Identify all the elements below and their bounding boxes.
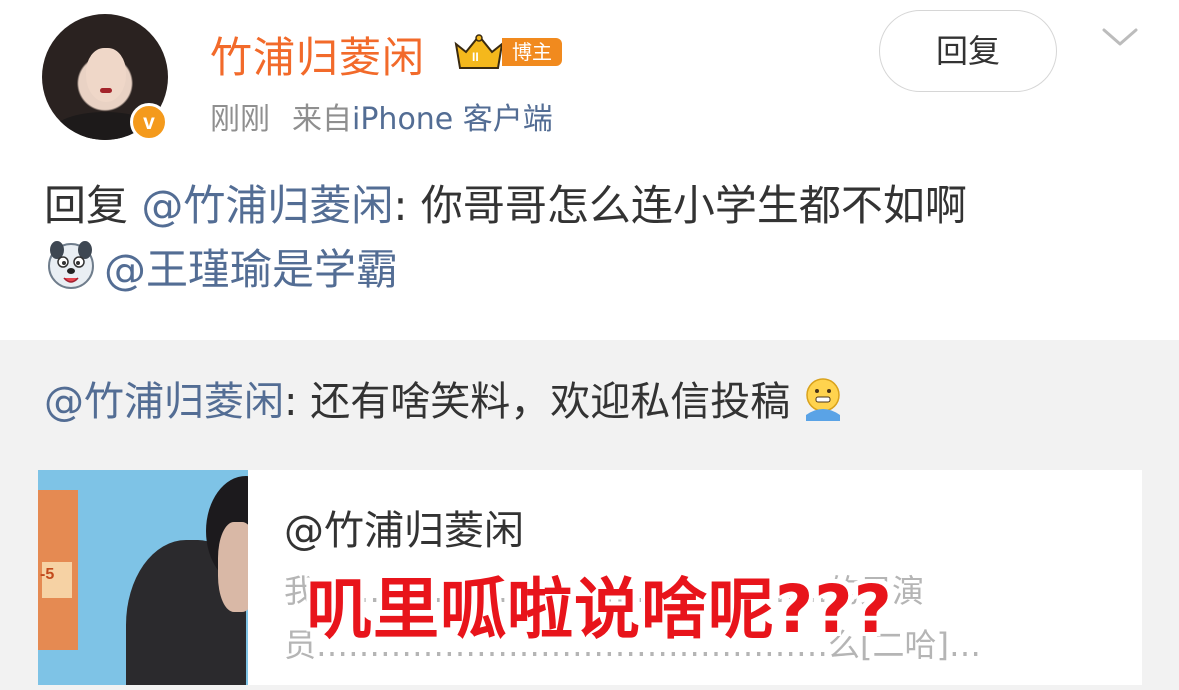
post-content: 回复 @竹浦归菱闲: 你哥哥怎么连小学生都不如啊 @王瑾瑜是学霸 <box>44 174 1154 302</box>
chevron-down-icon[interactable] <box>1100 22 1140 52</box>
blogger-tag-label: 博主 <box>502 38 562 66</box>
post-time: 刚刚 <box>210 102 270 137</box>
avatar-lips <box>100 88 112 93</box>
source-device-link[interactable]: iPhone 客户端 <box>352 102 553 137</box>
weibo-post: v 竹浦归菱闲 II 博主 刚刚 来自iPhone 客户端 回复 回复 @竹浦归菱… <box>0 0 1179 340</box>
overlay-caption: 叽里呱啦说啥呢??? <box>306 571 893 648</box>
repost-text: @竹浦归菱闲: 还有啥笑料，欢迎私信投稿 <box>44 372 846 432</box>
repost-mention-link[interactable]: @竹浦归菱闲 <box>44 379 284 425</box>
verified-v-icon: v <box>130 103 168 141</box>
repost-body: : 还有啥笑料，欢迎私信投稿 <box>284 379 791 425</box>
blogger-badge[interactable]: II 博主 <box>452 32 564 72</box>
mention-link-2[interactable]: @王瑾瑜是学霸 <box>104 245 398 294</box>
card-author: @竹浦归菱闲 <box>284 508 524 554</box>
crown-icon <box>454 34 504 69</box>
avatar-face <box>86 48 126 102</box>
reply-button[interactable]: 回复 <box>879 10 1057 92</box>
thumb-person-face <box>218 522 248 612</box>
post-meta: 刚刚 来自iPhone 客户端 <box>210 94 553 138</box>
crown-level-icon: II <box>472 50 479 64</box>
mention-link[interactable]: @竹浦归菱闲 <box>141 181 393 230</box>
dog-face-emoji-icon <box>48 241 94 289</box>
reply-prefix: 回复 <box>44 181 129 230</box>
face-with-hand-over-mouth-emoji-icon <box>806 378 841 421</box>
source-prefix: 来自 <box>292 102 352 137</box>
username[interactable]: 竹浦归菱闲 <box>210 24 425 85</box>
post-text: : 你哥哥怎么连小学生都不如啊 <box>393 181 967 230</box>
card-thumbnail: -5 <box>38 470 248 685</box>
thumb-number-mark: -5 <box>40 566 55 583</box>
